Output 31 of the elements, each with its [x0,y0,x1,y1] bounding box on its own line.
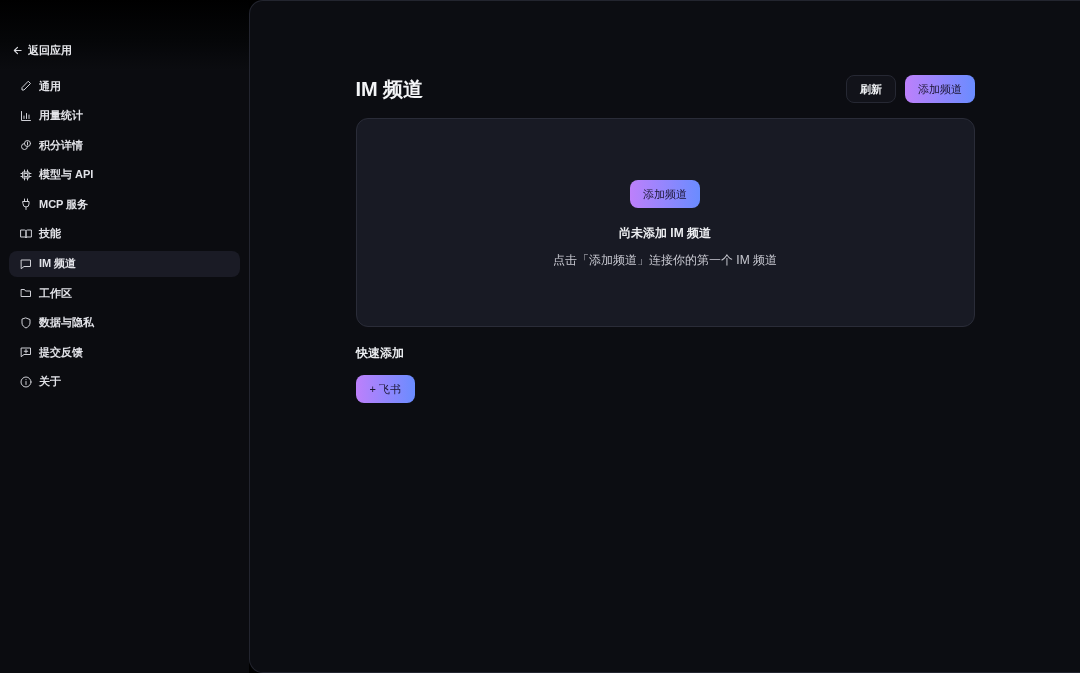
quick-add-button[interactable]: + 飞书 [355,375,415,403]
sidebar-item[interactable]: 数据与隐私 [9,309,240,336]
bar-chart-icon [20,109,32,122]
book-open-icon [20,227,32,240]
back-link[interactable]: 返回应用 [9,40,72,60]
sidebar-item[interactable]: 通用 [9,73,240,99]
empty-state-description: 点击「添加频道」连接你的第一个 IM 频道 [553,252,777,269]
sidebar-item[interactable]: 提交反馈 [9,339,240,366]
sidebar-item[interactable]: 模型与 API [9,161,240,188]
add-channel-button[interactable]: 添加频道 [904,75,975,103]
folder-icon [20,287,32,300]
refresh-button[interactable]: 刷新 [845,75,896,103]
plug-icon [20,198,32,211]
sidebar-item[interactable]: 关于 [9,368,240,395]
empty-state-title: 尚未添加 IM 频道 [619,225,711,242]
add-channel-button[interactable]: 添加频道 [630,180,700,208]
sidebar-item[interactable]: MCP 服务 [9,191,240,218]
sidebar-item[interactable]: 用量统计 [9,102,240,129]
sidebar-item[interactable]: 工作区 [9,280,240,307]
shield-icon [20,316,32,329]
chip-icon [20,168,32,181]
sidebar-item[interactable]: IM 频道 [9,250,240,277]
sidebar-item[interactable]: 积分详情 [9,132,240,159]
message-plus-icon [20,346,32,359]
pencil-icon [20,80,32,92]
info-icon [20,375,32,388]
sidebar-item[interactable]: 技能 [9,220,240,247]
arrow-left-icon [13,45,22,55]
quick-add-heading: 快速添加 [355,345,404,362]
page-title: IM 频道 [355,76,424,102]
coins-icon [20,139,32,152]
